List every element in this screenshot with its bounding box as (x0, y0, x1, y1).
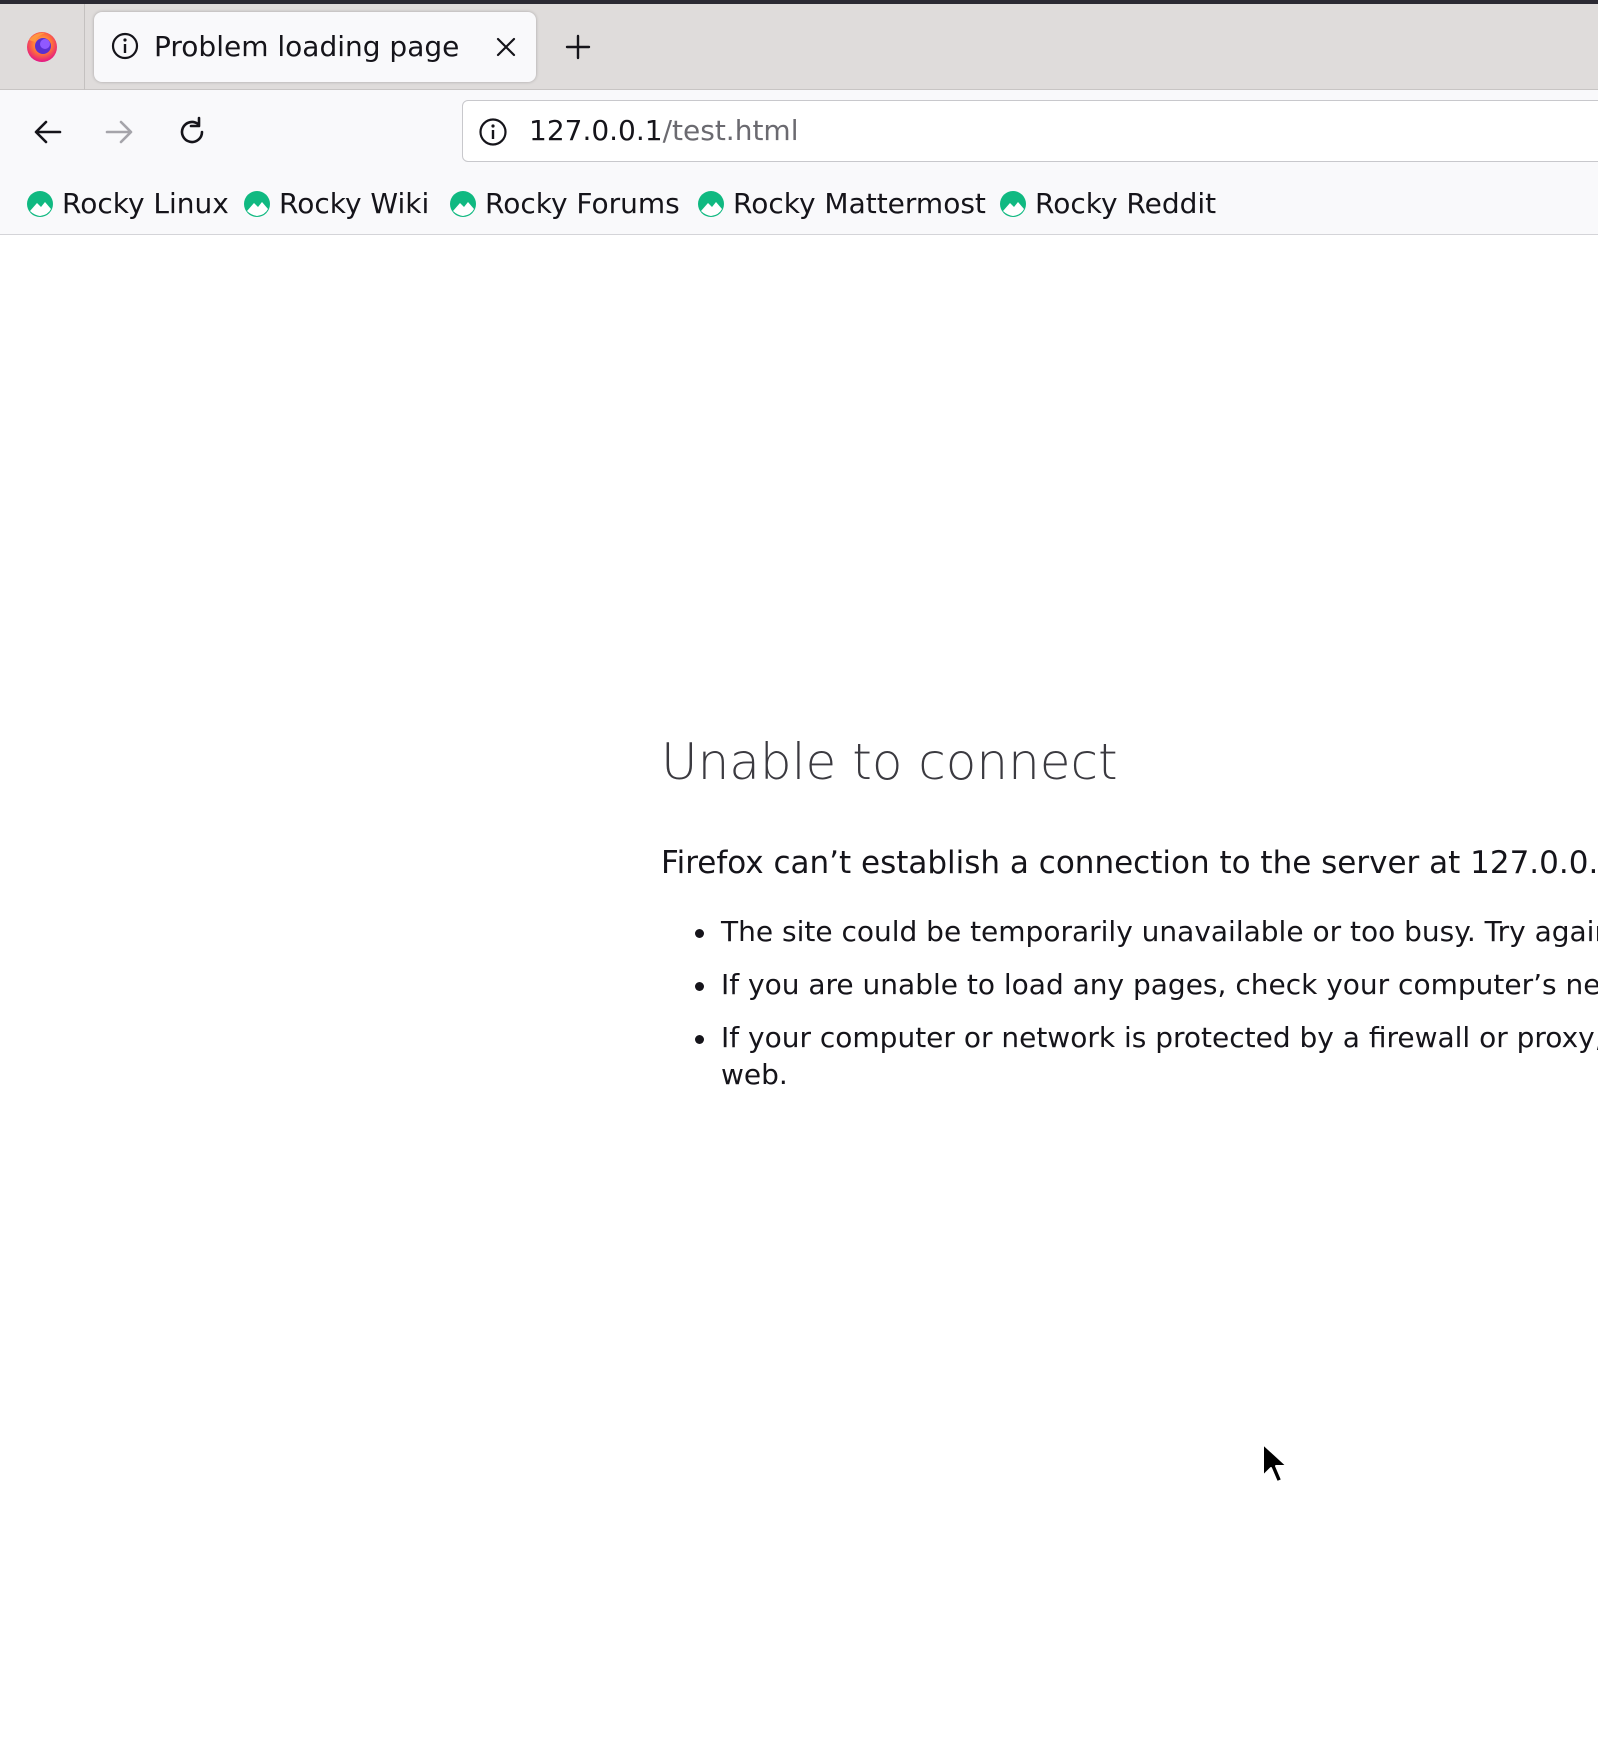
page-content: Unable to connect Firefox can’t establis… (0, 235, 1598, 1740)
bookmarks-toolbar: Rocky Linux Rocky Wiki Rocky Forums Rock… (0, 176, 1598, 235)
list-item-text-continuation: web. (721, 1058, 788, 1091)
list-item: If you are unable to load any pages, che… (661, 966, 1598, 1003)
bookmark-rocky-mattermost[interactable]: Rocky Mattermost (697, 182, 986, 226)
bookmark-rocky-linux[interactable]: Rocky Linux (26, 182, 229, 226)
info-icon[interactable] (477, 116, 509, 148)
forward-button[interactable] (97, 110, 141, 154)
back-button[interactable] (26, 110, 70, 154)
error-suggestions-list: The site could be temporarily unavailabl… (661, 913, 1598, 1109)
bookmark-label: Rocky Reddit (1035, 187, 1217, 220)
list-item-text: If your computer or network is protected… (721, 1021, 1598, 1054)
reload-icon (180, 116, 204, 144)
url-path: /test.html (662, 114, 799, 147)
new-tab-button[interactable] (561, 30, 595, 64)
bookmark-rocky-wiki[interactable]: Rocky Wiki (243, 182, 429, 226)
back-arrow-icon (34, 120, 62, 144)
list-item-text: If you are unable to load any pages, che… (721, 968, 1598, 1001)
rocky-icon (450, 191, 476, 217)
bookmark-label: Rocky Wiki (279, 187, 430, 220)
error-title: Unable to connect (661, 733, 1118, 791)
mouse-cursor-icon (1262, 1443, 1288, 1483)
bookmark-label: Rocky Mattermost (733, 187, 986, 220)
list-item: If your computer or network is protected… (661, 1019, 1598, 1093)
plus-icon (565, 34, 591, 60)
list-item-text: The site could be temporarily unavailabl… (721, 915, 1598, 948)
tab-active[interactable]: Problem loading page (94, 12, 536, 82)
tab-strip: Problem loading page (0, 0, 1598, 90)
error-description: Firefox can’t establish a connection to … (661, 845, 1598, 881)
url-host: 127.0.0.1 (529, 114, 663, 147)
tab-close-button[interactable] (490, 31, 522, 63)
firefox-menu-button[interactable] (0, 4, 85, 90)
browser-window: Problem loading page 127.0.0.1/test.html… (0, 0, 1598, 1740)
bookmark-rocky-reddit[interactable]: Rocky Reddit (999, 182, 1216, 226)
rocky-icon (27, 191, 53, 217)
url-bar[interactable]: 127.0.0.1/test.html (462, 100, 1598, 162)
bookmark-label: Rocky Linux (62, 187, 229, 220)
list-item: The site could be temporarily unavailabl… (661, 913, 1598, 950)
forward-arrow-icon (105, 120, 133, 144)
firefox-logo-icon (27, 32, 57, 62)
tab-title: Problem loading page (154, 30, 460, 63)
rocky-icon (698, 191, 724, 217)
rocky-icon (244, 191, 270, 217)
navigation-toolbar: 127.0.0.1/test.html (0, 90, 1598, 176)
bookmark-label: Rocky Forums (485, 187, 680, 220)
bookmark-rocky-forums[interactable]: Rocky Forums (449, 182, 680, 226)
reload-button[interactable] (170, 110, 214, 154)
url-text[interactable]: 127.0.0.1/test.html (529, 114, 798, 148)
rocky-icon (1000, 191, 1026, 217)
close-icon (496, 37, 516, 57)
info-icon (111, 32, 139, 60)
